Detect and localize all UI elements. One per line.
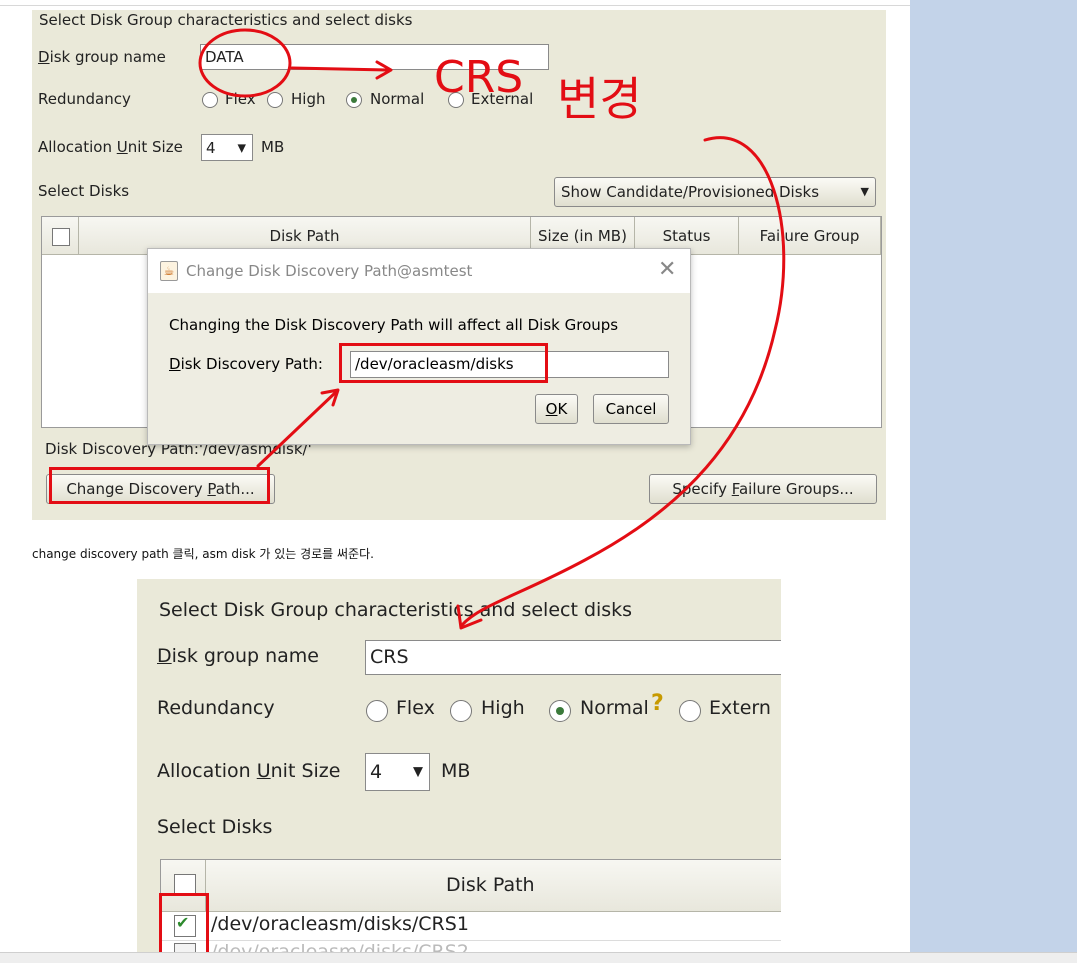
annotation-strokes: CRS 변경 [198, 28, 786, 630]
bottom-scrollbar[interactable] [0, 952, 1077, 963]
annotation-crs-text: CRS [434, 52, 523, 103]
annotation-korean-text: 변경 [557, 72, 642, 126]
arrow-line-to-input [256, 390, 338, 468]
circle-mark [198, 28, 292, 98]
curved-arrow-line [460, 136, 786, 627]
arrow-line-to-crs [290, 66, 390, 72]
